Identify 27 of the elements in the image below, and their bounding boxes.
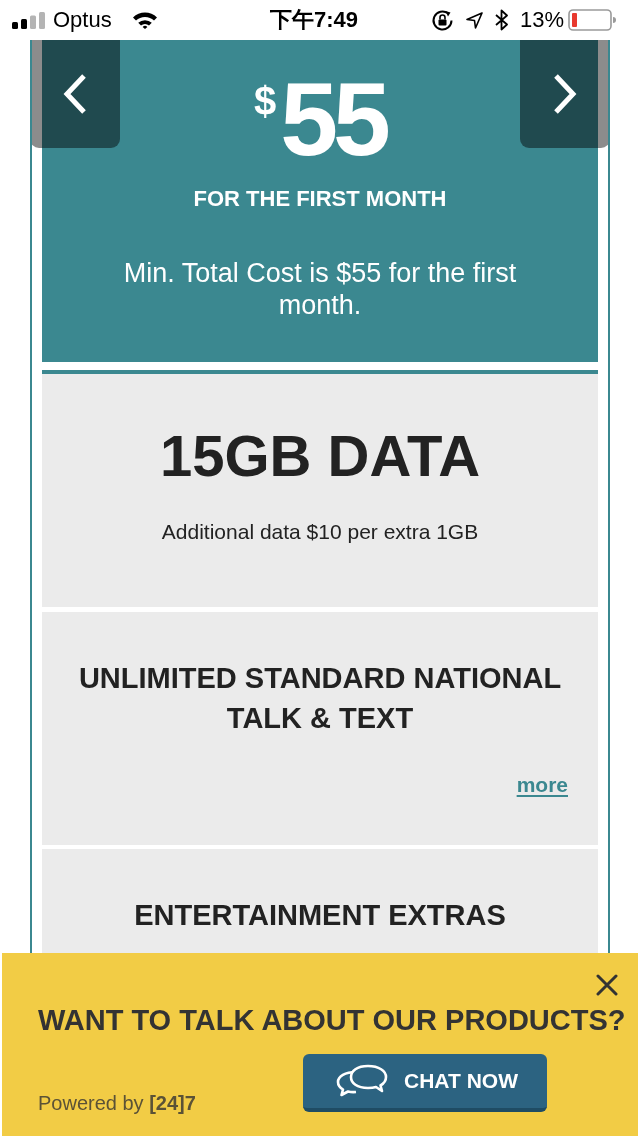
- more-link[interactable]: more: [516, 769, 568, 800]
- battery-percentage: 13%: [519, 7, 564, 33]
- price-text: $55: [254, 67, 386, 171]
- chevron-right-icon: [552, 73, 578, 115]
- bluetooth-icon: [494, 9, 508, 31]
- previous-button[interactable]: [32, 40, 120, 148]
- wifi-icon: [131, 11, 158, 29]
- chat-now-button[interactable]: CHAT NOW: [303, 1054, 547, 1112]
- chat-heading: WANT TO TALK ABOUT OUR PRODUCTS?: [38, 1003, 626, 1038]
- location-arrow-icon: [465, 11, 483, 29]
- rotation-lock-icon: [430, 8, 454, 32]
- next-button[interactable]: [520, 40, 608, 148]
- powered-by-text: Powered by [24]7: [38, 1092, 196, 1114]
- chevron-left-icon: [62, 73, 88, 115]
- feature-detail: Additional data $10 per extra 1GB: [161, 519, 479, 545]
- feature-title: UNLIMITED STANDARD NATIONAL TALK & TEXT: [77, 660, 563, 736]
- close-icon: [596, 974, 618, 996]
- clock-time: 下午7:49: [269, 6, 358, 34]
- price-period-text: FOR THE FIRST MONTH: [193, 185, 447, 213]
- carrier-name: Optus: [53, 7, 112, 33]
- battery-icon: [568, 9, 616, 31]
- feature-title: 15GB DATA: [159, 422, 481, 490]
- close-button[interactable]: [596, 974, 618, 996]
- minimum-cost-text: Min. Total Cost is $55 for the first month.: [122, 257, 518, 321]
- feature-title: ENTERTAINMENT EXTRAS: [134, 898, 506, 933]
- chat-bubbles-icon: [336, 1064, 389, 1098]
- signal-icon: [12, 11, 45, 29]
